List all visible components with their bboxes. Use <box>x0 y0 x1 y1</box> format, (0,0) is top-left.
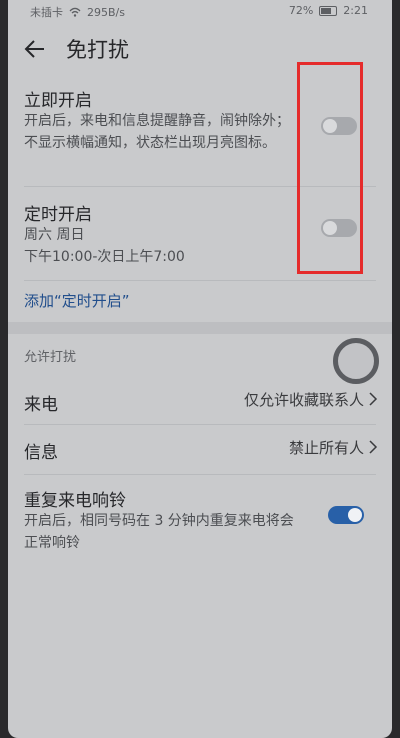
clock: 2:21 <box>343 4 368 17</box>
section-gap <box>8 322 392 334</box>
repeat-calls-desc: 开启后，相同号码在 3 分钟内重复来电将会正常响铃 <box>24 513 294 551</box>
add-schedule-link[interactable]: 添加“定时开启” <box>24 290 130 311</box>
network-speed: 295B/s <box>87 5 125 19</box>
calls-row[interactable]: 来电 仅允许收藏联系人 <box>8 378 392 422</box>
floating-assist-button[interactable] <box>333 338 379 384</box>
repeat-calls-toggle[interactable] <box>328 506 364 524</box>
chevron-right-icon <box>368 439 378 454</box>
messages-value: 禁止所有人 <box>288 439 364 457</box>
scheduled-on-title: 定时开启 <box>24 205 92 225</box>
allow-section-label: 允许打扰 <box>24 350 77 365</box>
calls-value: 仅允许收藏联系人 <box>243 391 364 409</box>
scheduled-time: 下午10:00-次日上午7:00 <box>24 249 185 265</box>
messages-label: 信息 <box>24 443 58 463</box>
highlight-box <box>297 62 363 274</box>
divider <box>24 280 376 281</box>
status-bar: 未插卡 295B/s 72% 2:21 <box>8 0 392 20</box>
scheduled-days: 周六 周日 <box>24 227 85 243</box>
page-title: 免打扰 <box>66 38 129 62</box>
wifi-icon <box>69 7 81 17</box>
divider <box>24 424 376 425</box>
toggle-knob <box>348 508 362 522</box>
repeat-calls-row[interactable]: 重复来电响铃 开启后，相同号码在 3 分钟内重复来电将会正常响铃 <box>8 484 392 564</box>
repeat-calls-title: 重复来电响铃 <box>24 491 126 511</box>
immediate-on-desc: 开启后，来电和信息提醒静音，闹钟除外；不显示横幅通知，状态栏出现月亮图标。 <box>24 113 290 151</box>
battery-percent: 72% <box>288 4 314 17</box>
back-arrow-icon[interactable] <box>22 36 48 62</box>
messages-row[interactable]: 信息 禁止所有人 <box>8 426 392 470</box>
calls-label: 来电 <box>24 395 58 415</box>
phone-screen: 未插卡 295B/s 72% 2:21 免打扰 立即开启 开启后，来电和信息提醒… <box>8 0 392 738</box>
battery-icon <box>319 5 338 16</box>
carrier-text: 未插卡 <box>30 6 63 19</box>
immediate-on-title: 立即开启 <box>24 91 92 111</box>
divider <box>24 474 376 475</box>
chevron-right-icon <box>368 391 378 406</box>
